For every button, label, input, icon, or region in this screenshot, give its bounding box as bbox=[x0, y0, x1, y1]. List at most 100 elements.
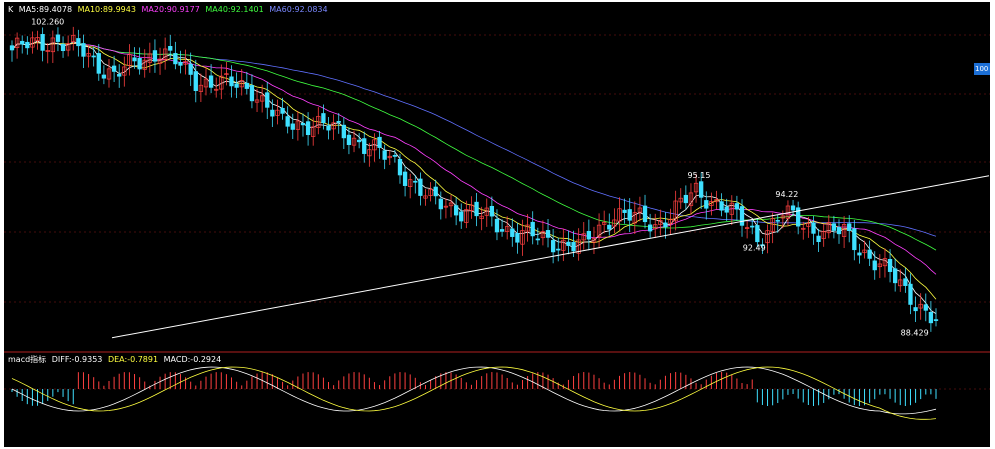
ma10-value: MA10:89.9943 bbox=[77, 5, 136, 14]
candle-body bbox=[55, 34, 61, 42]
candle-body bbox=[775, 219, 780, 222]
price-annotation: 92.49 bbox=[743, 243, 766, 252]
candle-body bbox=[188, 63, 193, 75]
candle-body bbox=[356, 139, 362, 143]
candle-body bbox=[852, 228, 857, 251]
candle-body bbox=[300, 123, 306, 126]
candle-body bbox=[550, 240, 556, 253]
candle-body bbox=[433, 186, 438, 197]
candle-body bbox=[816, 235, 821, 243]
candle-body bbox=[750, 225, 755, 228]
price-annotation: 95.15 bbox=[688, 171, 711, 180]
candle-body bbox=[908, 283, 913, 305]
price-legend: K MA5:89.4078 MA10:89.9943 MA20:90.9177 … bbox=[8, 5, 331, 14]
candle-body bbox=[719, 201, 724, 211]
candle-body bbox=[556, 248, 561, 251]
candle-body bbox=[25, 41, 30, 49]
candle-body bbox=[377, 136, 382, 148]
candle-body bbox=[923, 304, 928, 311]
macd-legend: macd指标 DIFF:-0.9353 DEA:-0.7891 MACD:-0.… bbox=[8, 354, 224, 365]
candle-body bbox=[790, 205, 796, 211]
ma60-line bbox=[11, 42, 937, 237]
candle-body bbox=[510, 228, 515, 237]
ma20-value: MA20:90.9177 bbox=[141, 5, 200, 14]
candle-body bbox=[724, 206, 729, 213]
candle-body bbox=[647, 224, 653, 232]
candle-body bbox=[285, 116, 290, 127]
candle-body bbox=[515, 233, 520, 243]
dea-line bbox=[11, 366, 937, 420]
price-annotation: 94.22 bbox=[775, 190, 798, 199]
candle-body bbox=[101, 74, 107, 79]
candle-body bbox=[229, 76, 234, 87]
ma40-value: MA40:92.1401 bbox=[205, 5, 264, 14]
candle-body bbox=[173, 53, 178, 65]
candle-body bbox=[249, 85, 255, 102]
candle-body bbox=[96, 53, 101, 74]
candle-body bbox=[270, 109, 275, 117]
candle-body bbox=[305, 121, 311, 136]
candle-body bbox=[321, 113, 326, 124]
candle-body bbox=[178, 61, 183, 66]
candle-body bbox=[438, 198, 443, 210]
candle-body bbox=[9, 45, 15, 51]
candle-body bbox=[535, 238, 540, 241]
candle-body bbox=[857, 252, 862, 256]
candle-body bbox=[413, 180, 418, 183]
candle-body bbox=[642, 205, 648, 223]
candle-body bbox=[60, 43, 66, 52]
candle-body bbox=[663, 222, 668, 228]
candle-body bbox=[836, 227, 842, 235]
candle-body bbox=[111, 65, 117, 72]
candle-body bbox=[607, 224, 612, 230]
candle-body bbox=[928, 311, 934, 324]
support-trendline bbox=[111, 175, 990, 339]
dea-value: DEA:-0.7891 bbox=[107, 355, 159, 364]
candle-body bbox=[494, 218, 500, 233]
candle-body bbox=[586, 230, 592, 240]
candle-body bbox=[459, 211, 464, 222]
candle-body bbox=[81, 43, 86, 57]
ma60-value: MA60:92.0834 bbox=[269, 5, 328, 14]
candle-body bbox=[530, 221, 535, 237]
candle-body bbox=[893, 268, 898, 284]
diff-line bbox=[11, 366, 937, 415]
candle-body bbox=[137, 57, 142, 70]
candle-body bbox=[755, 225, 760, 243]
ma10-line bbox=[11, 42, 937, 300]
macd-name: macd指标 bbox=[8, 355, 47, 364]
candle-body bbox=[76, 38, 81, 47]
candle-body bbox=[734, 203, 740, 210]
candle-body bbox=[117, 74, 122, 77]
candle-body bbox=[545, 230, 551, 238]
candle-body bbox=[699, 181, 704, 198]
candle-body bbox=[91, 55, 96, 58]
candle-body bbox=[168, 46, 173, 51]
candle-body bbox=[193, 71, 198, 91]
macd-value: MACD:-0.2924 bbox=[163, 355, 222, 364]
candle-body bbox=[499, 229, 505, 232]
candle-body bbox=[489, 205, 495, 217]
candle-body bbox=[811, 222, 816, 234]
candle-body bbox=[208, 75, 214, 88]
candle-body bbox=[474, 201, 479, 217]
price-annotation: 102.260 bbox=[31, 17, 64, 26]
ma5-line bbox=[11, 40, 937, 314]
candle-body bbox=[622, 209, 627, 213]
candle-body bbox=[362, 138, 367, 154]
candle-body bbox=[336, 121, 341, 123]
diff-value: DIFF:-0.9353 bbox=[51, 355, 103, 364]
candle-body bbox=[280, 107, 285, 114]
chart-panel: 102.260 95.15 94.22 92.49 88.429 K MA5:89.40… bbox=[4, 2, 990, 447]
candle-body bbox=[933, 319, 939, 321]
candle-body bbox=[382, 150, 387, 160]
candle-body bbox=[847, 223, 852, 232]
symbol-label: K bbox=[8, 5, 14, 14]
candle-body bbox=[418, 178, 423, 196]
candle-body bbox=[346, 134, 352, 146]
candle-body bbox=[867, 249, 872, 259]
candle-body bbox=[627, 209, 632, 221]
price-tag: 100 bbox=[974, 63, 990, 75]
candle-body bbox=[683, 194, 689, 204]
candle-body bbox=[453, 205, 459, 216]
